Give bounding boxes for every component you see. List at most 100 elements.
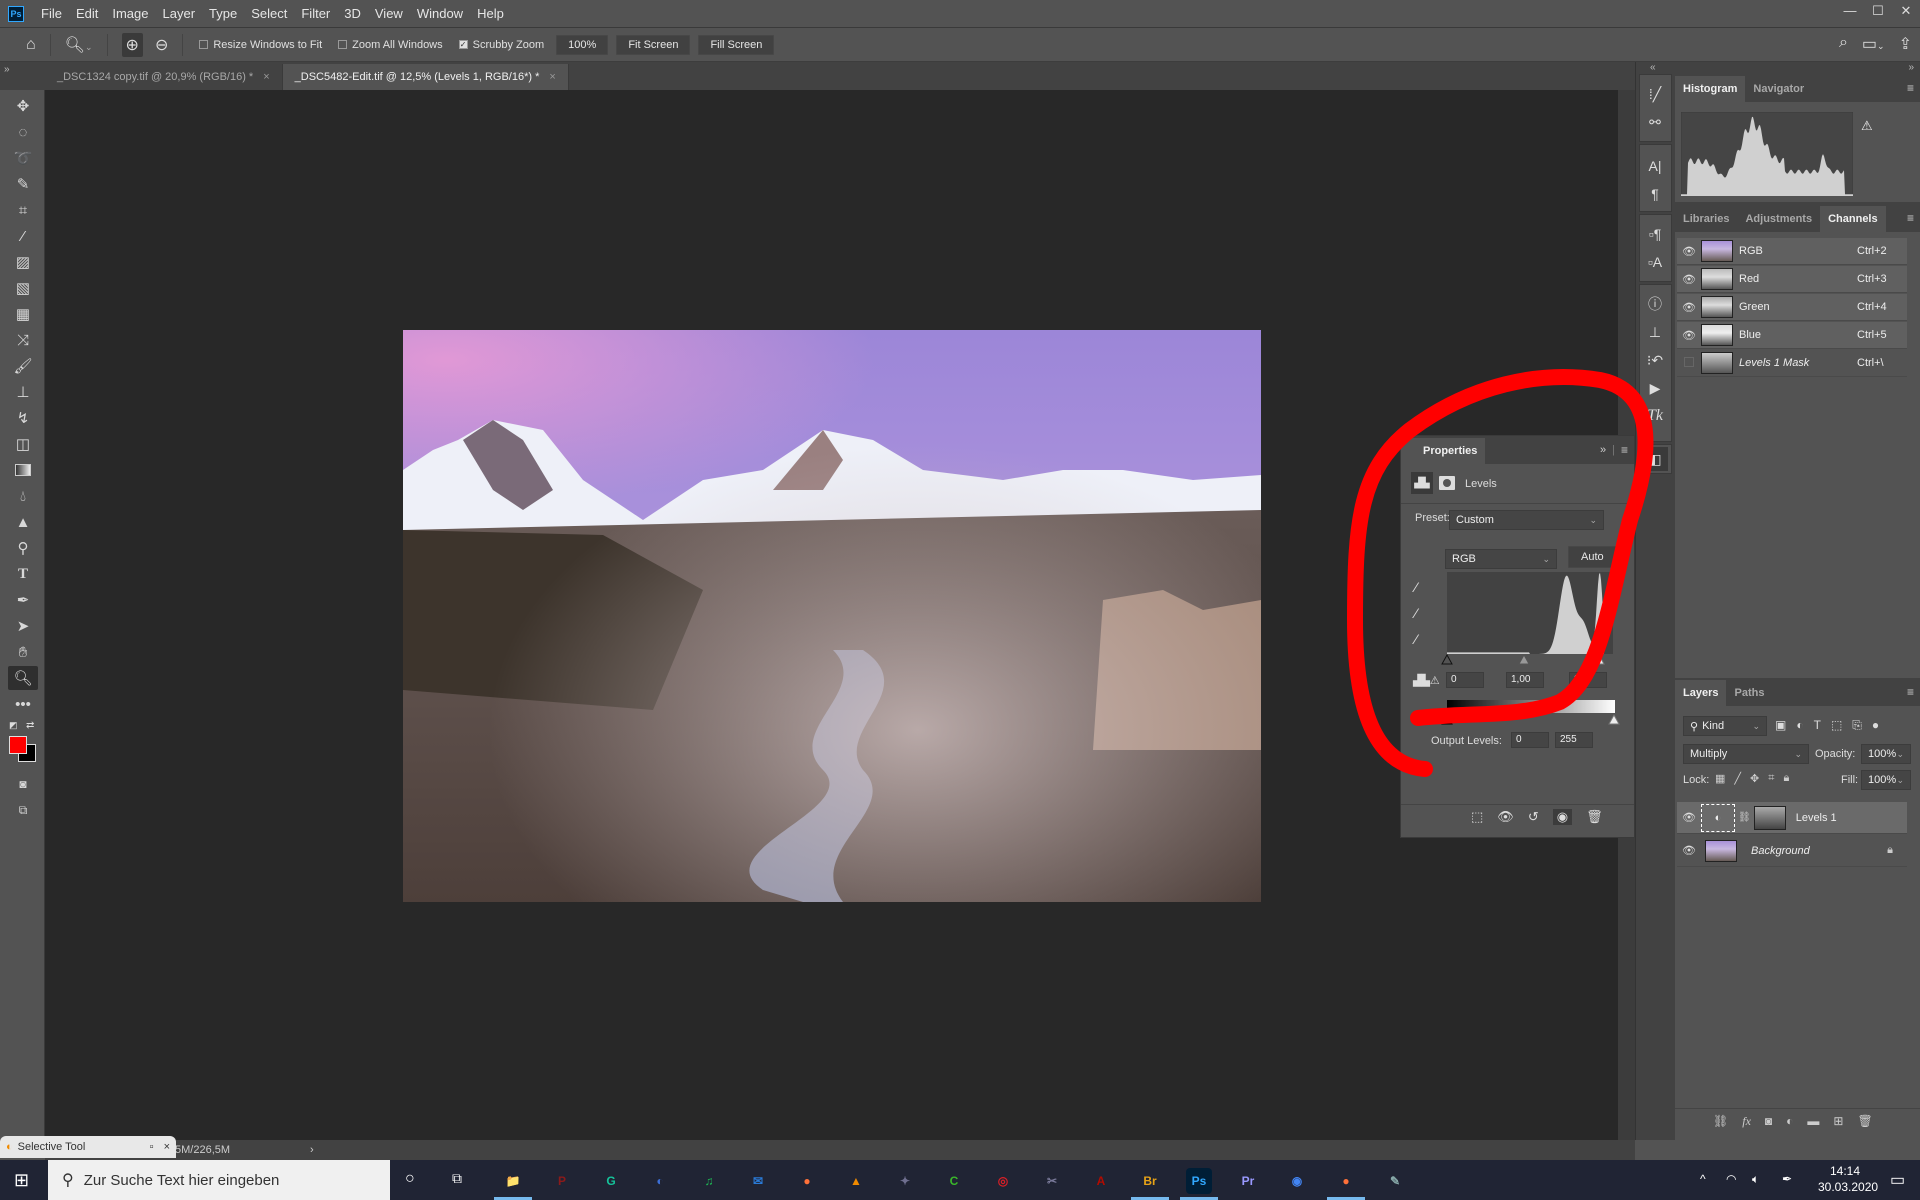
menu-type[interactable]: Type bbox=[202, 6, 244, 21]
type-tool-icon[interactable]: T bbox=[8, 562, 38, 586]
document-image[interactable] bbox=[403, 330, 1261, 902]
auto-button[interactable]: Auto bbox=[1568, 546, 1617, 568]
input-white-field[interactable]: 238 bbox=[1569, 672, 1607, 688]
fit-screen-button[interactable]: Fit Screen bbox=[616, 34, 691, 55]
black-output-slider[interactable] bbox=[1441, 714, 1453, 725]
pen-tool-icon[interactable]: ✒ bbox=[8, 588, 38, 612]
tab-channels[interactable]: Channels bbox=[1820, 206, 1886, 232]
content-aware-tool-icon[interactable]: ▦ bbox=[8, 302, 38, 326]
clock-date[interactable]: 30.03.2020 bbox=[1818, 1180, 1878, 1194]
white-input-slider[interactable] bbox=[1593, 654, 1605, 665]
layer-row-background[interactable]: 👁︎ Background 🔒︎ bbox=[1677, 835, 1907, 867]
info-icon[interactable]: ⓘ bbox=[1642, 292, 1668, 316]
brush-settings-icon[interactable]: ⁞╱ bbox=[1642, 82, 1668, 106]
black-point-eyedropper-icon[interactable]: ⁄ bbox=[1415, 579, 1417, 595]
collapse-panel-icon[interactable]: » bbox=[1600, 444, 1606, 456]
white-output-slider[interactable] bbox=[1608, 714, 1620, 725]
layer-row-levels-1[interactable]: 👁︎ ◐ ⛓ Levels 1 bbox=[1677, 802, 1907, 834]
eyedropper-tool-icon[interactable]: ⁄ bbox=[8, 224, 38, 248]
zoom-out-icon[interactable]: ⊖ bbox=[155, 35, 168, 55]
taskbar-search[interactable]: ⚲ Zur Suche Text hier eingeben bbox=[48, 1160, 390, 1200]
new-layer-icon[interactable]: ⊞ bbox=[1833, 1114, 1843, 1129]
close-icon[interactable]: × bbox=[164, 1141, 170, 1153]
taskbar-app-photoshop-elements[interactable]: P bbox=[549, 1168, 575, 1194]
taskbar-app-vlc[interactable]: ▲ bbox=[843, 1168, 869, 1194]
levels-adjustment-icon[interactable]: ▟▙ bbox=[1411, 472, 1433, 494]
history-icon[interactable]: ⁝↶ bbox=[1642, 348, 1668, 372]
taskbar-app-google-earth[interactable]: ◐ bbox=[647, 1168, 673, 1194]
expand-panels-icon[interactable]: » bbox=[1908, 62, 1914, 73]
preset-dropdown[interactable]: Custom ⌄ bbox=[1449, 510, 1604, 530]
actions-icon[interactable]: ▶ bbox=[1642, 376, 1668, 400]
menu-filter[interactable]: Filter bbox=[294, 6, 337, 21]
channel-row-blue[interactable]: 👁︎ Blue Ctrl+5 bbox=[1677, 322, 1907, 349]
toggle-visibility-icon[interactable]: ◉ bbox=[1552, 809, 1573, 825]
menu-file[interactable]: File bbox=[34, 6, 69, 21]
channel-row-red[interactable]: 👁︎ Red Ctrl+3 bbox=[1677, 266, 1907, 293]
screen-mode-icon[interactable]: ⧉ bbox=[8, 798, 38, 822]
white-point-eyedropper-icon[interactable]: ⁄ bbox=[1415, 631, 1417, 647]
menu-image[interactable]: Image bbox=[105, 6, 155, 21]
lock-image-icon[interactable]: ╱ bbox=[1734, 772, 1741, 785]
mask-icon[interactable] bbox=[1439, 476, 1455, 490]
cache-warning-icon[interactable]: ⚠ bbox=[1861, 118, 1873, 134]
pen-icon[interactable]: ✒ bbox=[1782, 1172, 1792, 1186]
volume-icon[interactable]: 🔈︎ bbox=[1752, 1172, 1759, 1187]
tool-presets-icon[interactable]: ⊥ bbox=[1642, 320, 1668, 344]
visibility-eye-icon[interactable]: 👁︎ bbox=[1677, 301, 1701, 314]
visibility-eye-icon[interactable]: 👁︎ bbox=[1677, 844, 1701, 857]
visibility-eye-icon[interactable]: 👁︎ bbox=[1677, 245, 1701, 258]
collapse-strip-icon[interactable]: « bbox=[1650, 62, 1656, 73]
tab-libraries[interactable]: Libraries bbox=[1675, 206, 1737, 232]
taskbar-app-chrome[interactable]: ◉ bbox=[1284, 1168, 1310, 1194]
zoom-tool-preset-icon[interactable]: 🔍︎⌄ bbox=[65, 35, 93, 55]
more-tools-icon[interactable]: ••• bbox=[8, 692, 38, 716]
paragraph-styles-icon[interactable]: ▫¶ bbox=[1642, 222, 1668, 246]
close-tab-icon[interactable]: × bbox=[549, 71, 555, 83]
visibility-eye-icon[interactable]: 👁︎ bbox=[1677, 273, 1701, 286]
new-adjustment-layer-icon[interactable]: ◐ bbox=[1786, 1114, 1793, 1129]
foreground-color-swatch[interactable] bbox=[9, 736, 27, 754]
taskbar-app-thunderbird[interactable]: ✉ bbox=[745, 1168, 771, 1194]
selective-tool-window[interactable]: ◐ Selective Tool ▫ × bbox=[0, 1136, 176, 1158]
doc-tab-dsc1324[interactable]: _DSC1324 copy.tif @ 20,9% (RGB/16) * × bbox=[45, 64, 283, 90]
lock-transparent-icon[interactable]: ▦ bbox=[1715, 772, 1725, 785]
filter-toggle-icon[interactable]: ● bbox=[1872, 718, 1879, 733]
output-black-field[interactable]: 0 bbox=[1511, 732, 1549, 748]
tab-adjustments[interactable]: Adjustments bbox=[1737, 206, 1820, 232]
eraser-tool-icon[interactable]: ◫ bbox=[8, 432, 38, 456]
taskbar-app-premiere[interactable]: Pr bbox=[1235, 1168, 1261, 1194]
close-tab-icon[interactable]: × bbox=[263, 71, 269, 83]
output-sliders[interactable] bbox=[1441, 714, 1621, 726]
delete-adjustment-icon[interactable]: 🗑︎ bbox=[1586, 809, 1603, 825]
channel-row-green[interactable]: 👁︎ Green Ctrl+4 bbox=[1677, 294, 1907, 321]
taskbar-app-spotify[interactable]: ♫ bbox=[696, 1168, 722, 1194]
lock-all-icon[interactable]: 🔒︎ bbox=[1783, 772, 1789, 785]
taskbar-app-firefox-2[interactable]: ● bbox=[1333, 1168, 1359, 1194]
crop-tool-icon[interactable]: ⌗ bbox=[8, 198, 38, 222]
delete-layer-icon[interactable]: 🗑︎ bbox=[1857, 1114, 1872, 1129]
panel-menu-icon[interactable]: ≡ bbox=[1907, 81, 1914, 95]
marquee-tool-icon[interactable]: ◌ bbox=[8, 120, 38, 144]
gamma-input-slider[interactable] bbox=[1518, 654, 1530, 665]
brushes-icon[interactable]: ⚯ bbox=[1642, 110, 1668, 134]
channel-row-rgb[interactable]: 👁︎ RGB Ctrl+2 bbox=[1677, 238, 1907, 265]
fx-icon[interactable]: fx bbox=[1742, 1114, 1751, 1129]
zoom-tool-icon[interactable]: 🔍︎ bbox=[8, 666, 38, 690]
workspace-icon[interactable]: ▭⌄ bbox=[1862, 34, 1885, 54]
filter-smart-object-icon[interactable]: ⎘ bbox=[1852, 718, 1862, 733]
taskbar-app-creative-cloud[interactable]: ◎ bbox=[990, 1168, 1016, 1194]
menu-layer[interactable]: Layer bbox=[156, 6, 203, 21]
tab-histogram[interactable]: Histogram bbox=[1675, 76, 1746, 102]
gradient-tool-icon[interactable] bbox=[8, 458, 38, 482]
notifications-icon[interactable]: ▭ bbox=[1890, 1170, 1905, 1190]
path-selection-tool-icon[interactable]: ➤ bbox=[8, 614, 38, 638]
filter-adjustment-icon[interactable]: ◐ bbox=[1796, 718, 1803, 733]
opacity-field[interactable]: 100% ⌄ bbox=[1861, 744, 1911, 764]
dodge-tool-icon[interactable]: ⚲ bbox=[8, 536, 38, 560]
link-icon[interactable]: ⛓ bbox=[1738, 812, 1751, 823]
clipping-warning-icon[interactable]: ▟▙⚠ bbox=[1413, 674, 1440, 687]
close-button[interactable]: ✕ bbox=[1892, 0, 1920, 22]
menu-help[interactable]: Help bbox=[470, 6, 511, 21]
channel-row-levels-mask[interactable]: Levels 1 Mask Ctrl+\ bbox=[1677, 350, 1907, 377]
